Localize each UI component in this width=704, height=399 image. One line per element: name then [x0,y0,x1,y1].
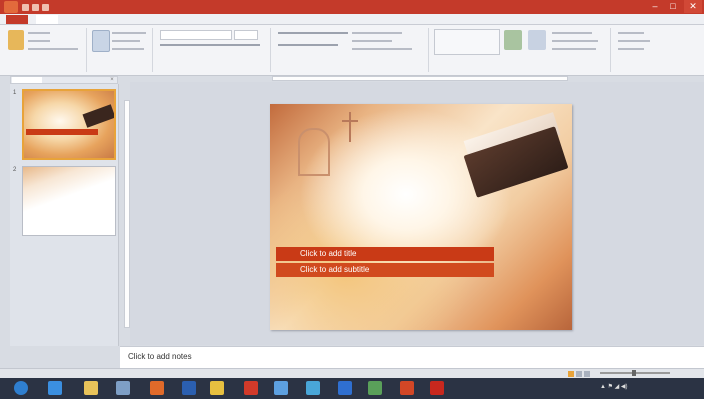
tab-home[interactable] [36,15,58,24]
paste-icon[interactable] [8,30,24,50]
find-button[interactable] [618,32,644,34]
photo-icon[interactable] [368,381,382,395]
ribbon-separator [86,28,87,72]
horizontal-ruler [272,76,568,81]
shape-effects-button[interactable] [552,48,596,50]
normal-view-icon[interactable] [568,371,574,377]
subtitle-placeholder[interactable]: Click to add subtitle [300,265,369,274]
tab-insert[interactable] [66,15,90,24]
select-button[interactable] [618,48,644,50]
ribbon-separator [428,28,429,72]
slideshow-view-icon[interactable] [584,371,590,377]
chrome-icon[interactable] [210,381,224,395]
thumbnail-number: 1 [13,90,17,96]
title-placeholder[interactable]: Click to add title [300,249,356,258]
redo-icon[interactable] [42,4,49,11]
font-size-select[interactable] [234,30,258,40]
taskbar [0,378,704,399]
close-button[interactable]: ✕ [684,0,702,13]
font-name-select[interactable] [160,30,232,40]
font-format-buttons[interactable] [160,44,260,46]
panel-close-button[interactable]: × [108,77,116,83]
tab-view[interactable] [286,15,308,24]
internet-explorer-icon[interactable] [48,381,62,395]
opera-icon[interactable] [244,381,258,395]
tab-transitions[interactable] [132,15,164,24]
align-buttons[interactable] [278,44,338,46]
tab-slides[interactable] [12,77,42,83]
media-player-icon[interactable] [116,381,130,395]
zoom-slider-handle[interactable] [632,370,636,376]
copy-button[interactable] [28,40,50,42]
view-buttons [568,369,596,377]
thumbnail-book [82,104,114,128]
replace-button[interactable] [618,40,650,42]
shape-outline-button[interactable] [552,40,598,42]
ribbon-separator [610,28,611,72]
maximize-button[interactable]: □ [664,0,682,13]
text-direction-button[interactable] [352,32,402,34]
tab-file[interactable] [6,15,28,24]
minimize-button[interactable]: – [646,0,664,13]
powerpoint-icon[interactable] [400,381,414,395]
word-icon[interactable] [182,381,196,395]
network-icon[interactable] [274,381,288,395]
system-tray[interactable]: ▲ ⚑ ◢ ◀) [600,383,628,390]
church-window-art [298,128,330,176]
firefox-icon[interactable] [150,381,164,395]
tab-design[interactable] [98,15,124,24]
cut-button[interactable] [28,32,50,34]
align-text-button[interactable] [352,40,392,42]
ribbon-separator [270,28,271,72]
save-icon[interactable] [22,4,29,11]
shape-fill-button[interactable] [552,32,592,34]
reset-button[interactable] [112,40,140,42]
window-title [240,2,500,12]
ribbon-separator [152,28,153,72]
format-painter-button[interactable] [28,48,78,50]
pdf-icon[interactable] [430,381,444,395]
list-buttons[interactable] [278,32,348,34]
notes-pane[interactable] [120,346,704,369]
section-button[interactable] [112,48,144,50]
windows-start-icon[interactable] [14,381,28,395]
app-icon[interactable] [306,381,320,395]
tab-outline[interactable] [44,77,74,83]
cross-icon [342,112,358,142]
thumbnail-number: 2 [13,167,17,173]
file-explorer-icon[interactable] [84,381,98,395]
sorter-view-icon[interactable] [576,371,582,377]
shapes-gallery[interactable] [434,29,500,55]
quick-access-toolbar [22,3,62,11]
slide-thumbnail[interactable] [22,166,116,236]
thumbnail-title-band [26,129,98,135]
powerpoint-logo-icon[interactable] [4,1,18,13]
layout-button[interactable] [112,32,146,34]
tab-review[interactable] [254,15,278,24]
new-slide-icon[interactable] [92,30,110,52]
arrange-icon[interactable] [504,30,522,50]
bluetooth-icon[interactable] [338,381,352,395]
tab-slide-show[interactable] [212,15,246,24]
tab-animations[interactable] [172,15,204,24]
notes-placeholder[interactable]: Click to add notes [128,352,192,361]
convert-smartart-button[interactable] [352,48,412,50]
undo-icon[interactable] [32,4,39,11]
quick-styles-icon[interactable] [528,30,546,50]
slide-thumbnail[interactable] [22,89,116,160]
